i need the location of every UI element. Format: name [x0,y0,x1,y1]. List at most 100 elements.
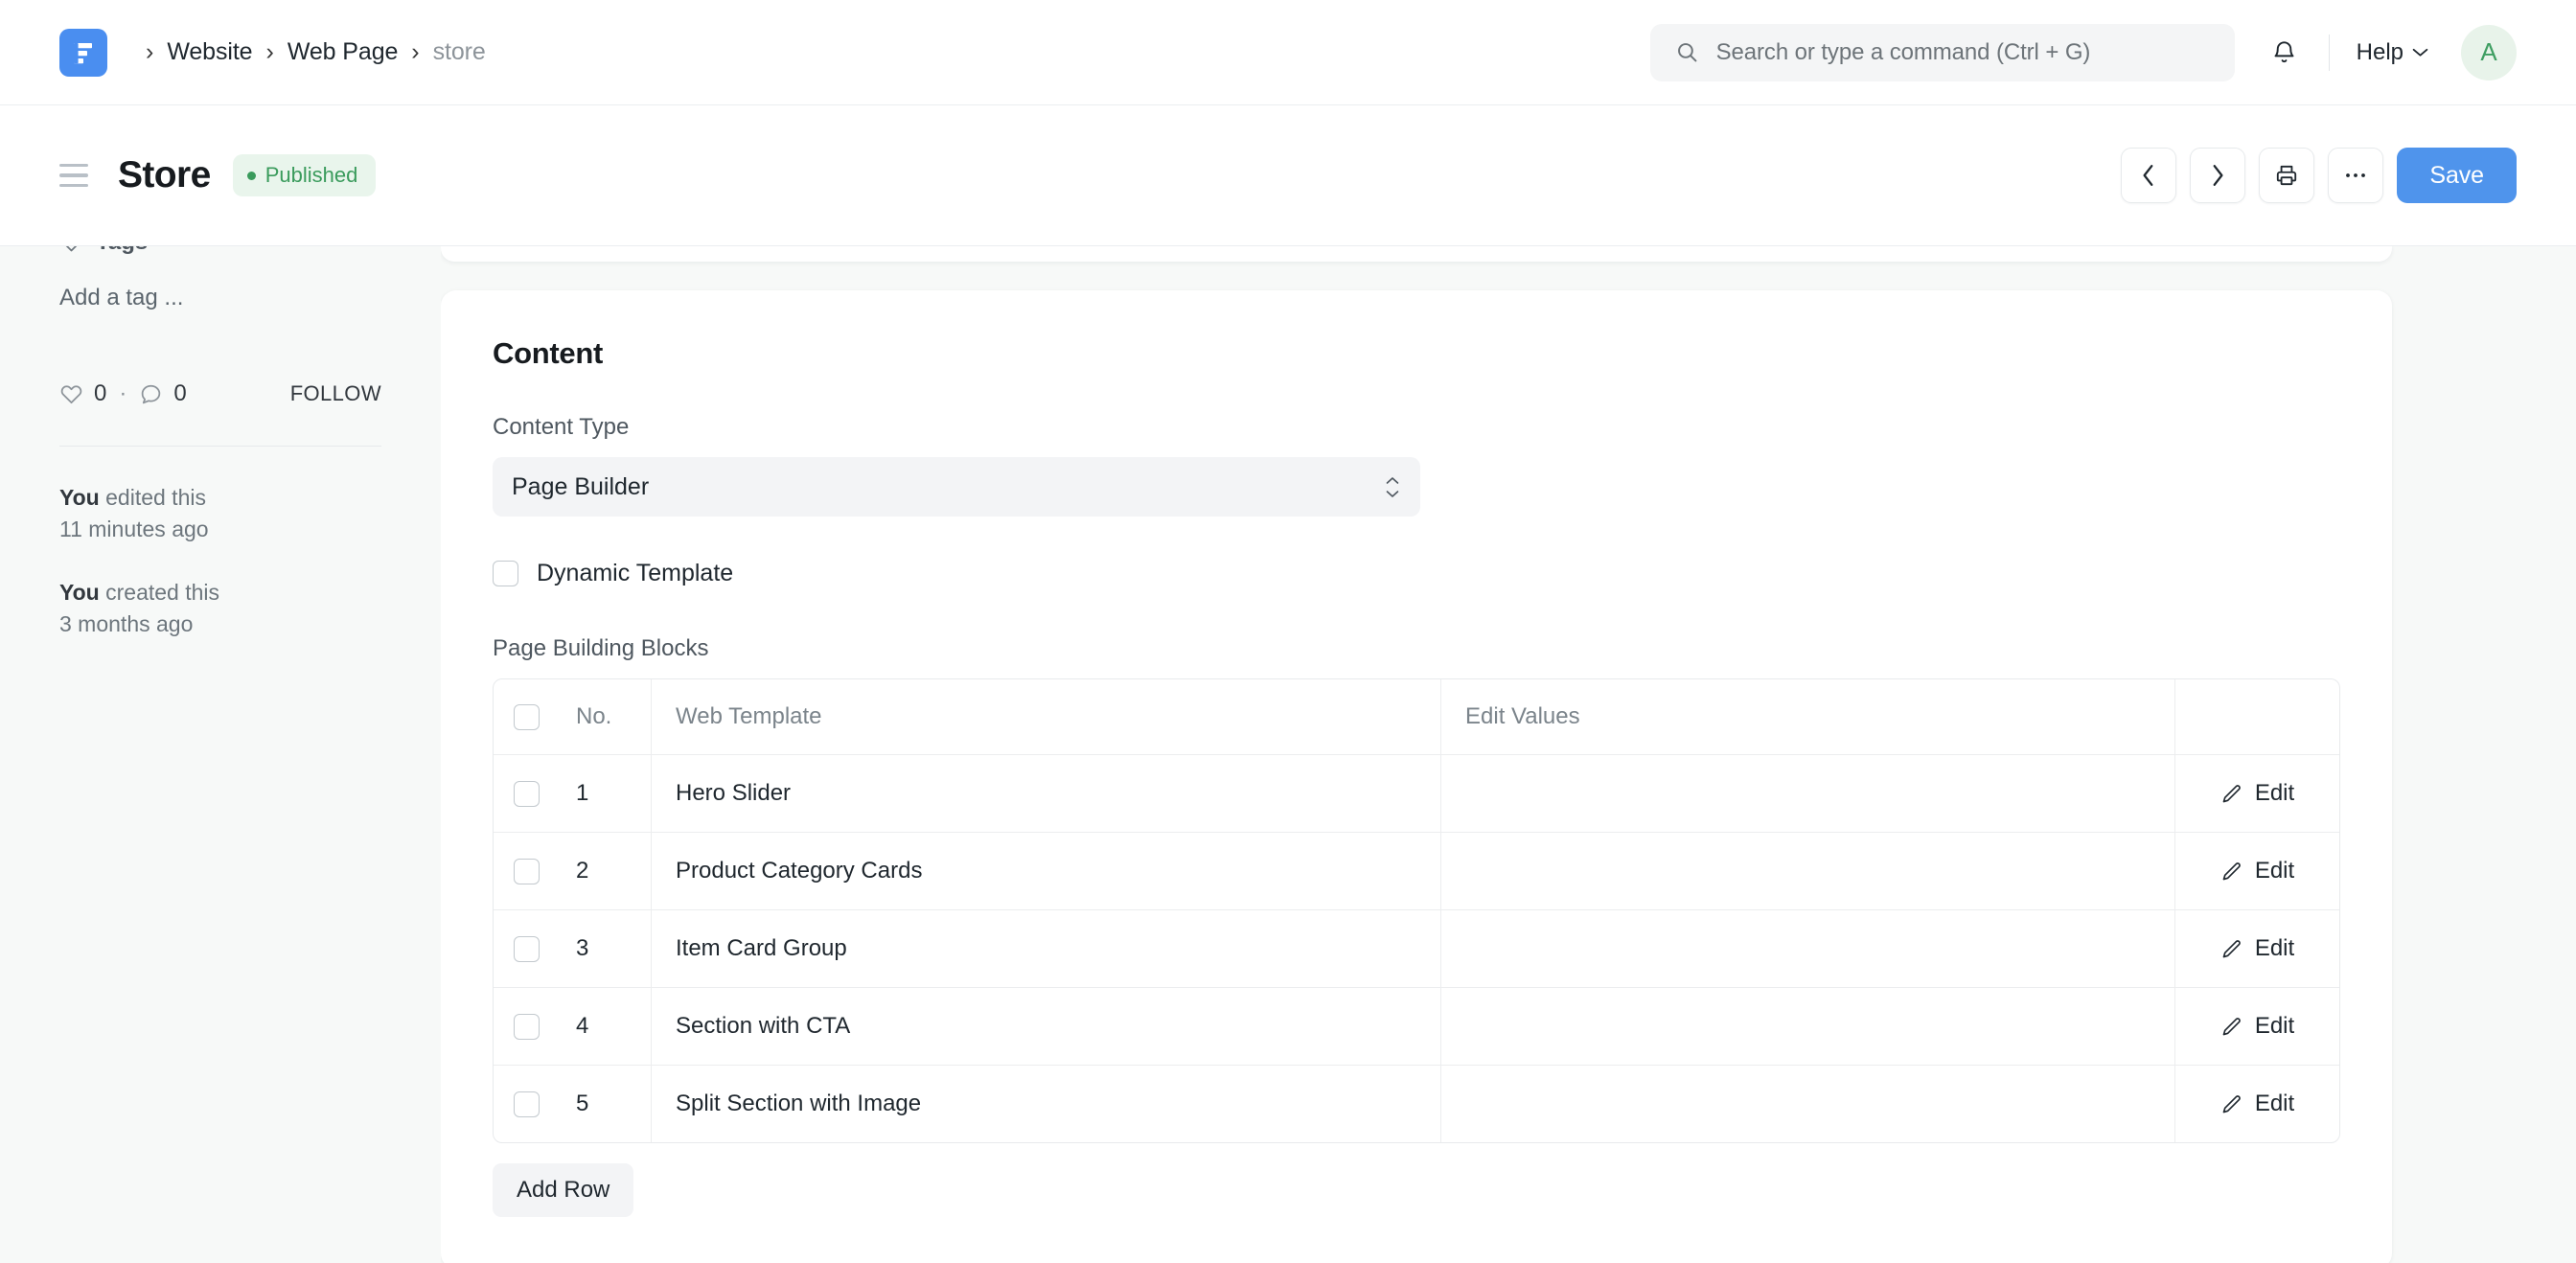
edit-label: Edit [2255,858,2294,884]
edit-row-button[interactable]: Edit [2213,930,2302,968]
cell-actions: Edit [2174,755,2339,832]
row-checkbox[interactable] [514,781,540,807]
cell-web-template[interactable]: Product Category Cards [651,833,1440,909]
row-checkbox[interactable] [514,1091,540,1117]
column-header-edit-values: Edit Values [1440,679,2174,754]
activity-item-edited: You edited this 11 minutes ago [59,482,381,544]
erpnext-e-icon [71,39,96,66]
row-checkbox[interactable] [514,936,540,962]
cell-no: 1 [557,755,651,832]
table-row[interactable]: 1 Hero Slider Edit [494,755,2339,833]
main-content: Content Content Type Page Builder Dynami… [441,246,2576,1263]
table-row[interactable]: 4 Section with CTA Edit [494,988,2339,1066]
breadcrumb: › Website › Web Page › store [132,38,486,66]
cell-edit-values[interactable] [1440,988,2174,1065]
sidebar-activity: You edited this 11 minutes ago You creat… [59,482,381,640]
row-number: 4 [576,1013,588,1040]
cell-edit-values[interactable] [1440,833,2174,909]
add-row-button[interactable]: Add Row [493,1163,633,1217]
content-type-field: Page Builder [493,457,1420,517]
page-header-left: Store Published [59,154,376,196]
social-separator: · [119,380,126,407]
cell-actions: Edit [2174,988,2339,1065]
column-header-no: No. [557,679,651,754]
row-checkbox[interactable] [514,1014,540,1040]
cell-edit-values[interactable] [1440,1066,2174,1142]
save-button[interactable]: Save [2397,148,2517,203]
add-tag-input[interactable]: Add a tag ... [59,285,381,311]
breadcrumb-separator-icon: › [411,40,419,64]
cell-no: 5 [557,1066,651,1142]
content-type-label: Content Type [493,414,2340,441]
cell-actions: Edit [2174,910,2339,987]
content-type-select[interactable]: Page Builder [493,457,1420,517]
page-header-actions: Save [2121,148,2517,203]
sidebar-toggle-icon[interactable] [59,164,92,188]
edit-label: Edit [2255,1091,2294,1117]
follow-button[interactable]: FOLLOW [290,381,381,406]
table-row[interactable]: 3 Item Card Group Edit [494,910,2339,988]
cell-web-template[interactable]: Item Card Group [651,910,1440,987]
print-button[interactable] [2259,148,2314,203]
edit-row-button[interactable]: Edit [2213,1007,2302,1045]
app-logo[interactable] [59,29,107,77]
comment-button[interactable]: 0 [139,380,186,407]
search-input[interactable]: Search or type a command (Ctrl + G) [1650,24,2235,81]
breadcrumb-separator-icon: › [146,40,153,64]
row-number: 3 [576,935,588,962]
avatar[interactable]: A [2461,25,2517,80]
dynamic-template-label: Dynamic Template [537,560,733,587]
pencil-icon [2220,783,2242,805]
cell-web-template[interactable]: Split Section with Image [651,1066,1440,1142]
cell-edit-values[interactable] [1440,755,2174,832]
activity-item-created: You created this 3 months ago [59,577,381,639]
next-document-button[interactable] [2190,148,2245,203]
like-button[interactable]: 0 [59,380,106,407]
notifications-button[interactable] [2256,24,2313,81]
row-select-cell [494,755,557,832]
navbar-right: Search or type a command (Ctrl + G) Help… [1650,0,2517,104]
row-checkbox[interactable] [514,859,540,884]
like-count: 0 [94,380,106,407]
hamburger-bar [59,164,88,168]
breadcrumb-item-store[interactable]: store [433,38,486,66]
hamburger-bar [59,184,88,188]
web-template-value: Section with CTA [676,1013,850,1040]
cell-no: 2 [557,833,651,909]
column-header-actions [2174,679,2339,754]
tags-label: Tags [96,246,148,256]
previous-document-button[interactable] [2121,148,2176,203]
activity-actor: You [59,485,100,510]
top-navbar: › Website › Web Page › store Search or t… [0,0,2576,105]
breadcrumb-item-web-page[interactable]: Web Page [288,38,398,66]
edit-row-button[interactable]: Edit [2213,852,2302,890]
table-row[interactable]: 2 Product Category Cards Edit [494,833,2339,910]
row-number: 1 [576,780,588,807]
breadcrumb-item-website[interactable]: Website [167,38,252,66]
edit-row-button[interactable]: Edit [2213,774,2302,813]
pencil-icon [2220,938,2242,960]
row-select-cell [494,910,557,987]
pencil-icon [2220,861,2242,883]
page-body: Tags Add a tag ... 0 · 0 FOLLOW You ed [0,246,2576,1263]
sidebar-social-row: 0 · 0 FOLLOW [59,380,381,407]
row-number: 2 [576,858,588,884]
dynamic-template-checkbox[interactable] [493,561,518,586]
column-label-edit-values: Edit Values [1465,703,1580,730]
cell-web-template[interactable]: Section with CTA [651,988,1440,1065]
comment-icon [139,382,163,406]
tag-icon [59,246,82,254]
page-title: Store [118,154,211,196]
section-title: Content [493,336,2340,371]
breadcrumb-separator-icon: › [265,40,273,64]
edit-row-button[interactable]: Edit [2213,1085,2302,1123]
table-row[interactable]: 5 Split Section with Image Edit [494,1066,2339,1142]
printer-icon [2274,163,2299,188]
select-all-checkbox[interactable] [514,704,540,730]
cell-edit-values[interactable] [1440,910,2174,987]
status-badge: Published [233,154,377,196]
more-options-button[interactable] [2328,148,2383,203]
cell-web-template[interactable]: Hero Slider [651,755,1440,832]
help-menu-button[interactable]: Help [2345,32,2440,74]
page-building-blocks-table: No. Web Template Edit Values [493,678,2340,1143]
